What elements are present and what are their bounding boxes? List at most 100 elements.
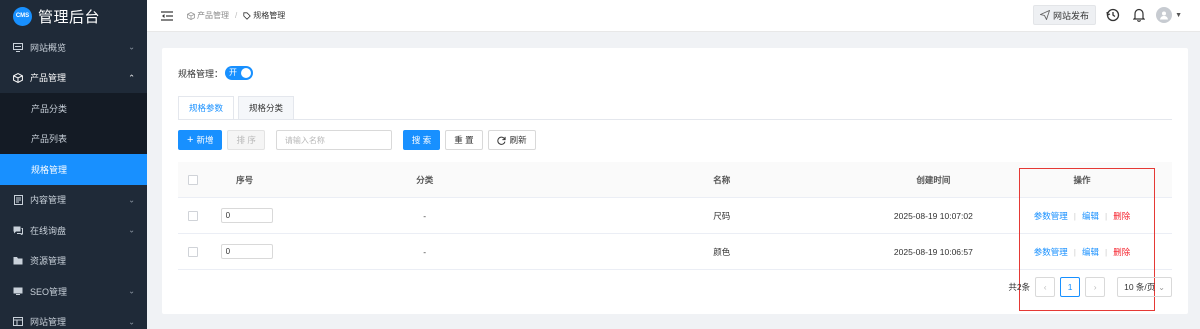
breadcrumb-item-spec: 规格管理 [253, 11, 286, 20]
sidebar-item-product-list[interactable]: 产品列表 [0, 124, 147, 155]
sidebar-item-resources[interactable]: 资源管理 [0, 246, 147, 277]
sidebar-item-product-category[interactable]: 产品分类 [0, 93, 147, 124]
sidebar-item-content[interactable]: 内容管理 ⌄ [0, 185, 147, 216]
spec-toggle[interactable]: 开 [225, 66, 254, 80]
name-cell: 颜色 [713, 246, 731, 257]
action-separator: | [1104, 210, 1108, 221]
tab-spec-params[interactable]: 规格参数 [178, 96, 235, 120]
top-header: 产品管理 / 规格管理 网站发布 ▼ [147, 0, 1200, 32]
seo-icon [12, 285, 24, 297]
spec-switch-label: 规格管理： [178, 68, 224, 79]
category-cell: - [423, 246, 427, 257]
header-actions: 操作 [1073, 174, 1091, 185]
publish-site-button[interactable]: 网站发布 [1033, 5, 1097, 25]
tag-icon [243, 11, 252, 20]
tab-spec-category[interactable]: 规格分类 [238, 96, 295, 120]
next-page-button[interactable]: › [1085, 277, 1106, 297]
action-separator: | [1104, 246, 1108, 257]
toggle-knob [241, 68, 252, 78]
header-no: 序号 [236, 174, 254, 185]
toolbar: + 新增 排 序 搜 索 重 置 刷新 [178, 130, 541, 150]
sidebar-item-label: 内容管理 [30, 195, 67, 206]
chevron-down-icon: ⌄ [1158, 282, 1165, 292]
send-icon [1040, 10, 1051, 20]
table-header-row: 序号 分类 名称 创建时间 操作 [178, 162, 1172, 198]
publish-site-label: 网站发布 [1053, 10, 1090, 21]
chevron-down-icon: ⌄ [128, 42, 135, 52]
page-size-select[interactable]: 10 条/页 ⌄ [1117, 277, 1172, 297]
created-cell: 2025-08-19 10:07:02 [893, 210, 973, 221]
site-icon [12, 316, 24, 328]
sidebar-item-seo[interactable]: SEO管理 ⌄ [0, 276, 147, 307]
pagination-total: 共2条 [1008, 282, 1031, 292]
user-avatar[interactable] [1156, 7, 1173, 23]
sidebar-item-spec-management[interactable]: 规格管理 [0, 154, 147, 185]
sort-order-input[interactable] [220, 244, 273, 259]
refresh-button[interactable]: 刷新 [487, 130, 536, 150]
sidebar-item-overview[interactable]: 网站概览 ⌄ [0, 32, 147, 63]
spec-card: 规格管理： 开 规格参数 规格分类 + 新增 排 序 搜 索 重 置 刷新 序号… [162, 48, 1188, 314]
name-cell: 尺码 [713, 210, 731, 221]
header-name: 名称 [713, 174, 731, 185]
row-checkbox[interactable] [188, 246, 199, 257]
action-separator: | [1073, 210, 1076, 221]
user-icon [1160, 11, 1169, 20]
app-logo[interactable]: CMS 管理后台 [0, 0, 147, 32]
history-icon[interactable] [1104, 6, 1122, 24]
row-checkbox[interactable] [188, 210, 199, 221]
delete-link[interactable]: 删除 [1113, 210, 1130, 222]
sidebar-item-label: 资源管理 [30, 256, 67, 267]
monitor-icon [12, 41, 24, 53]
actions-cell: 参数管理 | 编辑 | 删除 [992, 210, 1172, 222]
spec-switch-row: 规格管理： 开 [178, 66, 254, 80]
sort-cell [209, 244, 281, 259]
table-row: - 颜色 2025-08-19 10:06:57 参数管理 | 编辑 | 删除 [178, 234, 1172, 270]
param-manage-link[interactable]: 参数管理 [1034, 246, 1068, 258]
add-button[interactable]: + 新增 [178, 130, 223, 150]
sidebar-item-label: SEO管理 [30, 286, 68, 297]
name-search-input[interactable] [275, 130, 392, 150]
sidebar-item-label: 网站管理 [30, 317, 67, 328]
pagination: 共2条 ‹ 1 › 10 条/页 ⌄ [1008, 277, 1172, 297]
caret-down-icon[interactable]: ▼ [1175, 12, 1182, 19]
delete-link[interactable]: 删除 [1113, 246, 1130, 258]
reset-button[interactable]: 重 置 [445, 130, 483, 150]
sidebar-item-label: 在线询盘 [30, 225, 67, 236]
select-all-cell [178, 174, 209, 185]
folder-icon [12, 255, 24, 267]
refresh-button-label: 刷新 [509, 135, 527, 145]
created-cell: 2025-08-19 10:06:57 [893, 246, 973, 257]
search-button[interactable]: 搜 索 [402, 130, 441, 150]
spec-table: 序号 分类 名称 创建时间 操作 - 尺码 2025-08-19 10:07:0… [178, 162, 1172, 270]
sidebar-item-site[interactable]: 网站管理 ⌄ [0, 307, 147, 329]
edit-link[interactable]: 编辑 [1082, 210, 1099, 222]
table-row: - 尺码 2025-08-19 10:07:02 参数管理 | 编辑 | 删除 [178, 198, 1172, 234]
menu-collapse-icon[interactable] [161, 10, 175, 22]
document-icon [12, 194, 24, 206]
bell-icon[interactable] [1130, 6, 1148, 24]
sort-order-input[interactable] [220, 208, 273, 223]
products-submenu: 产品分类 产品列表 规格管理 [0, 93, 147, 185]
actions-cell: 参数管理 | 编辑 | 删除 [992, 246, 1172, 258]
row-select-cell [178, 210, 209, 221]
chevron-down-icon: ⌄ [128, 286, 135, 296]
select-all-checkbox[interactable] [188, 174, 199, 185]
sort-cell [209, 208, 281, 223]
header-created: 创建时间 [916, 174, 951, 185]
breadcrumb-separator: / [235, 11, 238, 20]
cube-icon [12, 72, 24, 84]
sort-button[interactable]: 排 序 [227, 130, 265, 150]
sidebar-item-products[interactable]: 产品管理 ⌃ [0, 63, 147, 94]
breadcrumb-item-products[interactable]: 产品管理 [197, 10, 229, 21]
prev-page-button[interactable]: ‹ [1035, 277, 1056, 297]
sidebar: CMS 管理后台 网站概览 ⌄ 产品管理 ⌃ 产品分类 产品列表 规格管理 内容… [0, 0, 147, 329]
edit-link[interactable]: 编辑 [1082, 246, 1099, 258]
sidebar-item-inquiry[interactable]: 在线询盘 ⌄ [0, 215, 147, 246]
chevron-down-icon: ⌄ [128, 317, 135, 327]
sidebar-menu: 网站概览 ⌄ 产品管理 ⌃ 产品分类 产品列表 规格管理 内容管理 ⌄ 在线询盘… [0, 32, 147, 329]
page-number-button[interactable]: 1 [1060, 277, 1081, 297]
add-button-label: 新增 [196, 135, 214, 145]
breadcrumb: 产品管理 / 规格管理 [187, 10, 285, 21]
param-manage-link[interactable]: 参数管理 [1034, 210, 1068, 222]
chevron-down-icon: ⌄ [128, 195, 135, 205]
